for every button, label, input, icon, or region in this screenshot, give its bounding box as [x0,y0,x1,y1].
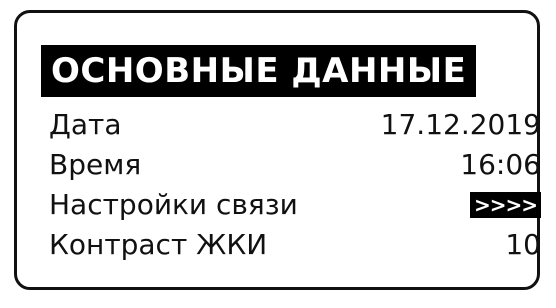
submenu-arrows-icon[interactable]: >>>> [469,192,541,218]
time-value: 16:06 [460,148,541,181]
menu-item-label: Дата [49,108,122,141]
menu-item-connection-settings[interactable]: Настройки связи >>>> [41,185,541,225]
menu-item-date[interactable]: Дата 17.12.2019 [41,105,541,145]
menu-item-lcd-contrast[interactable]: Контраст ЖКИ 10 [41,225,541,265]
menu-item-time[interactable]: Время 16:06 [41,145,541,185]
date-value: 17.12.2019 [380,108,541,141]
main-data-menu: Дата 17.12.2019 Время 16:06 Настройки св… [41,105,541,265]
contrast-value: 10 [505,228,541,261]
menu-item-label: Время [49,148,142,181]
screen-title: ОСНОВНЫЕ ДАННЫЕ [41,45,477,97]
lcd-screen-frame: ОСНОВНЫЕ ДАННЫЕ Дата 17.12.2019 Время 16… [14,10,541,290]
menu-item-label: Настройки связи [49,188,298,221]
menu-item-label: Контраст ЖКИ [49,228,268,261]
